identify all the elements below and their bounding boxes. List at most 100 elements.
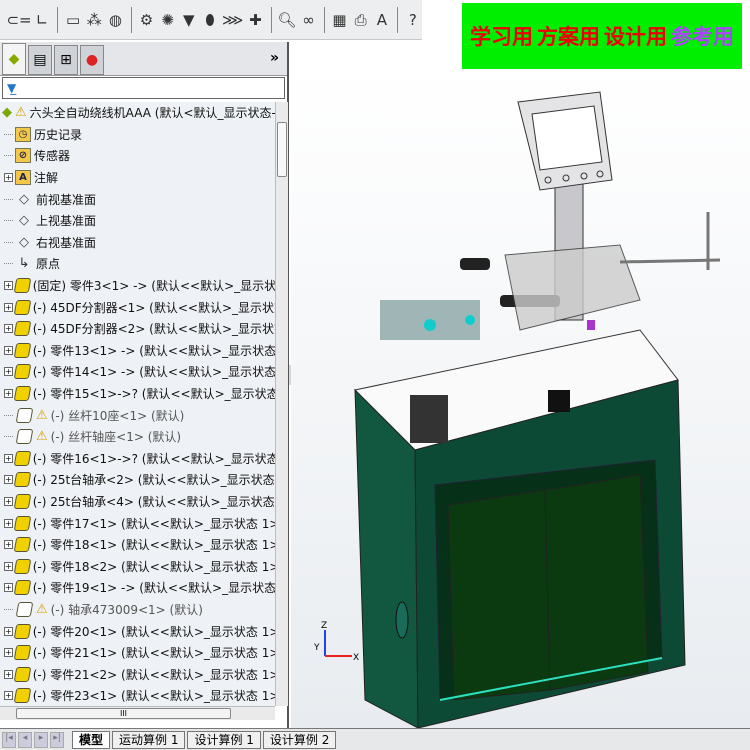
tab-property-manager[interactable]: ▤ (28, 45, 52, 75)
scroll-thumb[interactable]: III (16, 708, 231, 719)
part-icon (13, 471, 32, 489)
part-icon (13, 363, 32, 381)
tree-item[interactable]: ◇ 上视基准面 (0, 210, 275, 232)
expand-toggle[interactable]: + (4, 324, 13, 334)
globe-icon[interactable]: ◍ (106, 9, 124, 31)
tree-item[interactable]: ◇ 前视基准面 (0, 188, 275, 210)
horizontal-scrollbar[interactable]: III (0, 706, 275, 720)
tree-connector (4, 155, 13, 157)
axis-label-z: Z (321, 621, 327, 631)
scroll-thumb[interactable] (277, 122, 287, 177)
graphics-viewport[interactable]: Z X Y (291, 70, 750, 729)
print-icon[interactable]: ⎙ (352, 9, 370, 31)
expand-toggle[interactable]: + (4, 281, 13, 291)
tree-item[interactable]: + (-) 25t台轴承<4> (默认<<默认>_显示状态 1> (0, 491, 275, 513)
move-icon[interactable]: ✚ (246, 9, 264, 31)
tree-item[interactable]: + (-) 零件19<1> -> (默认<<默认>_显示状态 1> (0, 577, 275, 599)
tab-model[interactable]: 模型 (72, 730, 111, 749)
expand-panel-button[interactable]: » (270, 50, 279, 66)
tree-item[interactable]: + (-) 零件13<1> -> (默认<<默认>_显示状态 1> (0, 340, 275, 362)
expand-toggle[interactable]: + (4, 367, 13, 377)
funnel-bucket-icon[interactable]: ▼ (180, 9, 198, 31)
tree-item[interactable]: + (-) 零件16<1>->? (默认<<默认>_显示状态 1> (0, 448, 275, 470)
help-icon[interactable]: ? (404, 9, 422, 31)
tab-design-study-2[interactable]: 设计算例 2 (262, 730, 337, 749)
tree-item[interactable]: + (-) 25t台轴承<2> (默认<<默认>_显示状态 1> (0, 469, 275, 491)
tree-item-label: (-) 零件19<1> -> (默认<<默认>_显示状态 1> (32, 581, 275, 596)
expand-toggle[interactable]: + (4, 173, 13, 183)
tree-item-label: 原点 (36, 257, 61, 272)
warning-icon: ⚠ (36, 601, 48, 617)
tree-item-label: (-) 零件14<1> -> (默认<<默认>_显示状态 1> (32, 365, 275, 380)
banner-text: 参考用 (671, 25, 734, 49)
excel-icon[interactable]: ▦ (330, 9, 348, 31)
part-icon (13, 449, 32, 467)
tab-design-study-1[interactable]: 设计算例 1 (187, 730, 261, 749)
text-icon[interactable]: A (373, 9, 391, 31)
next-tab-button[interactable]: ▸ (34, 731, 48, 748)
zoom-icon[interactable]: 🔍︎ (277, 9, 296, 31)
expand-toggle[interactable]: + (4, 669, 13, 679)
smart-mate-icon[interactable]: ⊂= (6, 9, 31, 31)
expand-toggle[interactable]: + (4, 345, 13, 355)
shield-icon[interactable]: ⬮ (201, 9, 219, 31)
tree-item[interactable]: + (固定) 零件3<1> -> (默认<<默认>_显示状态 1 (0, 275, 275, 297)
panel-tabs: ◆ ▤ ⊞ ● » (0, 42, 287, 76)
network-icon[interactable]: ⁂ (85, 9, 103, 31)
expand-toggle[interactable]: + (4, 453, 13, 463)
display-icon[interactable]: ▭ (64, 9, 82, 31)
last-tab-button[interactable]: ▸| (50, 731, 64, 748)
tab-motion-study-1[interactable]: 运动算例 1 (112, 730, 186, 749)
expand-toggle[interactable]: + (4, 583, 13, 593)
tree-item[interactable]: ⊘ 传感器 (0, 145, 275, 167)
tab-configuration-manager[interactable]: ⊞ (54, 45, 78, 75)
tree-item[interactable]: + (-) 零件20<1> (默认<<默认>_显示状态 1>) (0, 620, 275, 642)
filter-field[interactable]: ▼̲ (2, 77, 285, 99)
expand-toggle[interactable]: + (4, 389, 13, 399)
expand-toggle[interactable]: + (4, 302, 13, 312)
spring-icon[interactable]: ⋙ (222, 9, 243, 31)
tree-item[interactable]: + (-) 45DF分割器<2> (默认<<默认>_显示状态 1 (0, 318, 275, 340)
tree-item[interactable]: ⚠ (-) 丝杆10座<1> (默认) (0, 404, 275, 426)
tree-item-label: (-) 零件16<1>->? (默认<<默认>_显示状态 1> (32, 451, 275, 466)
tree-item[interactable]: + A 注解 (0, 167, 275, 189)
tree-item[interactable]: ↳ 原点 (0, 253, 275, 275)
expand-toggle[interactable]: + (4, 496, 13, 506)
tree-item[interactable]: + (-) 零件17<1> (默认<<默认>_显示状态 1>) (0, 512, 275, 534)
expand-toggle[interactable]: + (4, 648, 13, 658)
tree-item[interactable]: + (-) 零件18<1> (默认<<默认>_显示状态 1>) (0, 534, 275, 556)
watermark-banner: 学习用 方案用 设计用 参考用 (462, 3, 742, 69)
tab-display-manager[interactable]: ● (80, 45, 104, 75)
warning-icon: ⚠ (36, 407, 48, 423)
tree-item[interactable]: + (-) 零件14<1> -> (默认<<默认>_显示状态 1> (0, 361, 275, 383)
expand-toggle[interactable]: + (4, 626, 13, 636)
tree-connector (4, 263, 13, 265)
first-tab-button[interactable]: |◂ (2, 731, 16, 748)
part-icon (13, 341, 32, 359)
gear-icon[interactable]: ✺ (159, 9, 177, 31)
tree-item[interactable]: + (-) 45DF分割器<1> (默认<<默认>_显示状态 1 (0, 296, 275, 318)
prev-tab-button[interactable]: ◂ (18, 731, 32, 748)
tree-item[interactable]: + (-) 零件21<1> (默认<<默认>_显示状态 1>) (0, 642, 275, 664)
tree-item[interactable]: + (-) 零件18<2> (默认<<默认>_显示状态 1>) (0, 555, 275, 577)
expand-toggle[interactable]: + (4, 475, 13, 485)
tree-item[interactable]: ◷ 历史记录 (0, 124, 275, 146)
binoculars-icon[interactable]: ∞ (299, 9, 317, 31)
tab-feature-manager[interactable]: ◆ (2, 43, 26, 75)
tree-item[interactable]: ⚠ (-) 轴承473009<1> (默认) (0, 599, 275, 621)
annotation-icon: A (15, 170, 31, 186)
tree-item[interactable]: + (-) 零件21<2> (默认<<默认>_显示状态 1>) (0, 663, 275, 685)
tree-item[interactable]: + (-) 零件23<1> (默认<<默认>_显示状态 1>) (0, 685, 275, 706)
tree-item[interactable]: ◆ ⚠ 六头全自动绕线机AAA (默认<默认_显示状态-1 (0, 102, 275, 124)
expand-toggle[interactable]: + (4, 691, 13, 701)
expand-toggle[interactable]: + (4, 561, 13, 571)
settings-gear-icon[interactable]: ⚙ (137, 9, 155, 31)
expand-toggle[interactable]: + (4, 518, 13, 528)
tree-item[interactable]: + (-) 零件15<1>->? (默认<<默认>_显示状态 1> (0, 383, 275, 405)
angle-icon[interactable]: ∟ (33, 9, 51, 31)
tree-item[interactable]: ⚠ (-) 丝杆轴座<1> (默认) (0, 426, 275, 448)
part-icon (13, 277, 32, 295)
expand-toggle[interactable]: + (4, 540, 13, 550)
tree-item[interactable]: ◇ 右视基准面 (0, 232, 275, 254)
vertical-scrollbar[interactable] (275, 102, 288, 706)
